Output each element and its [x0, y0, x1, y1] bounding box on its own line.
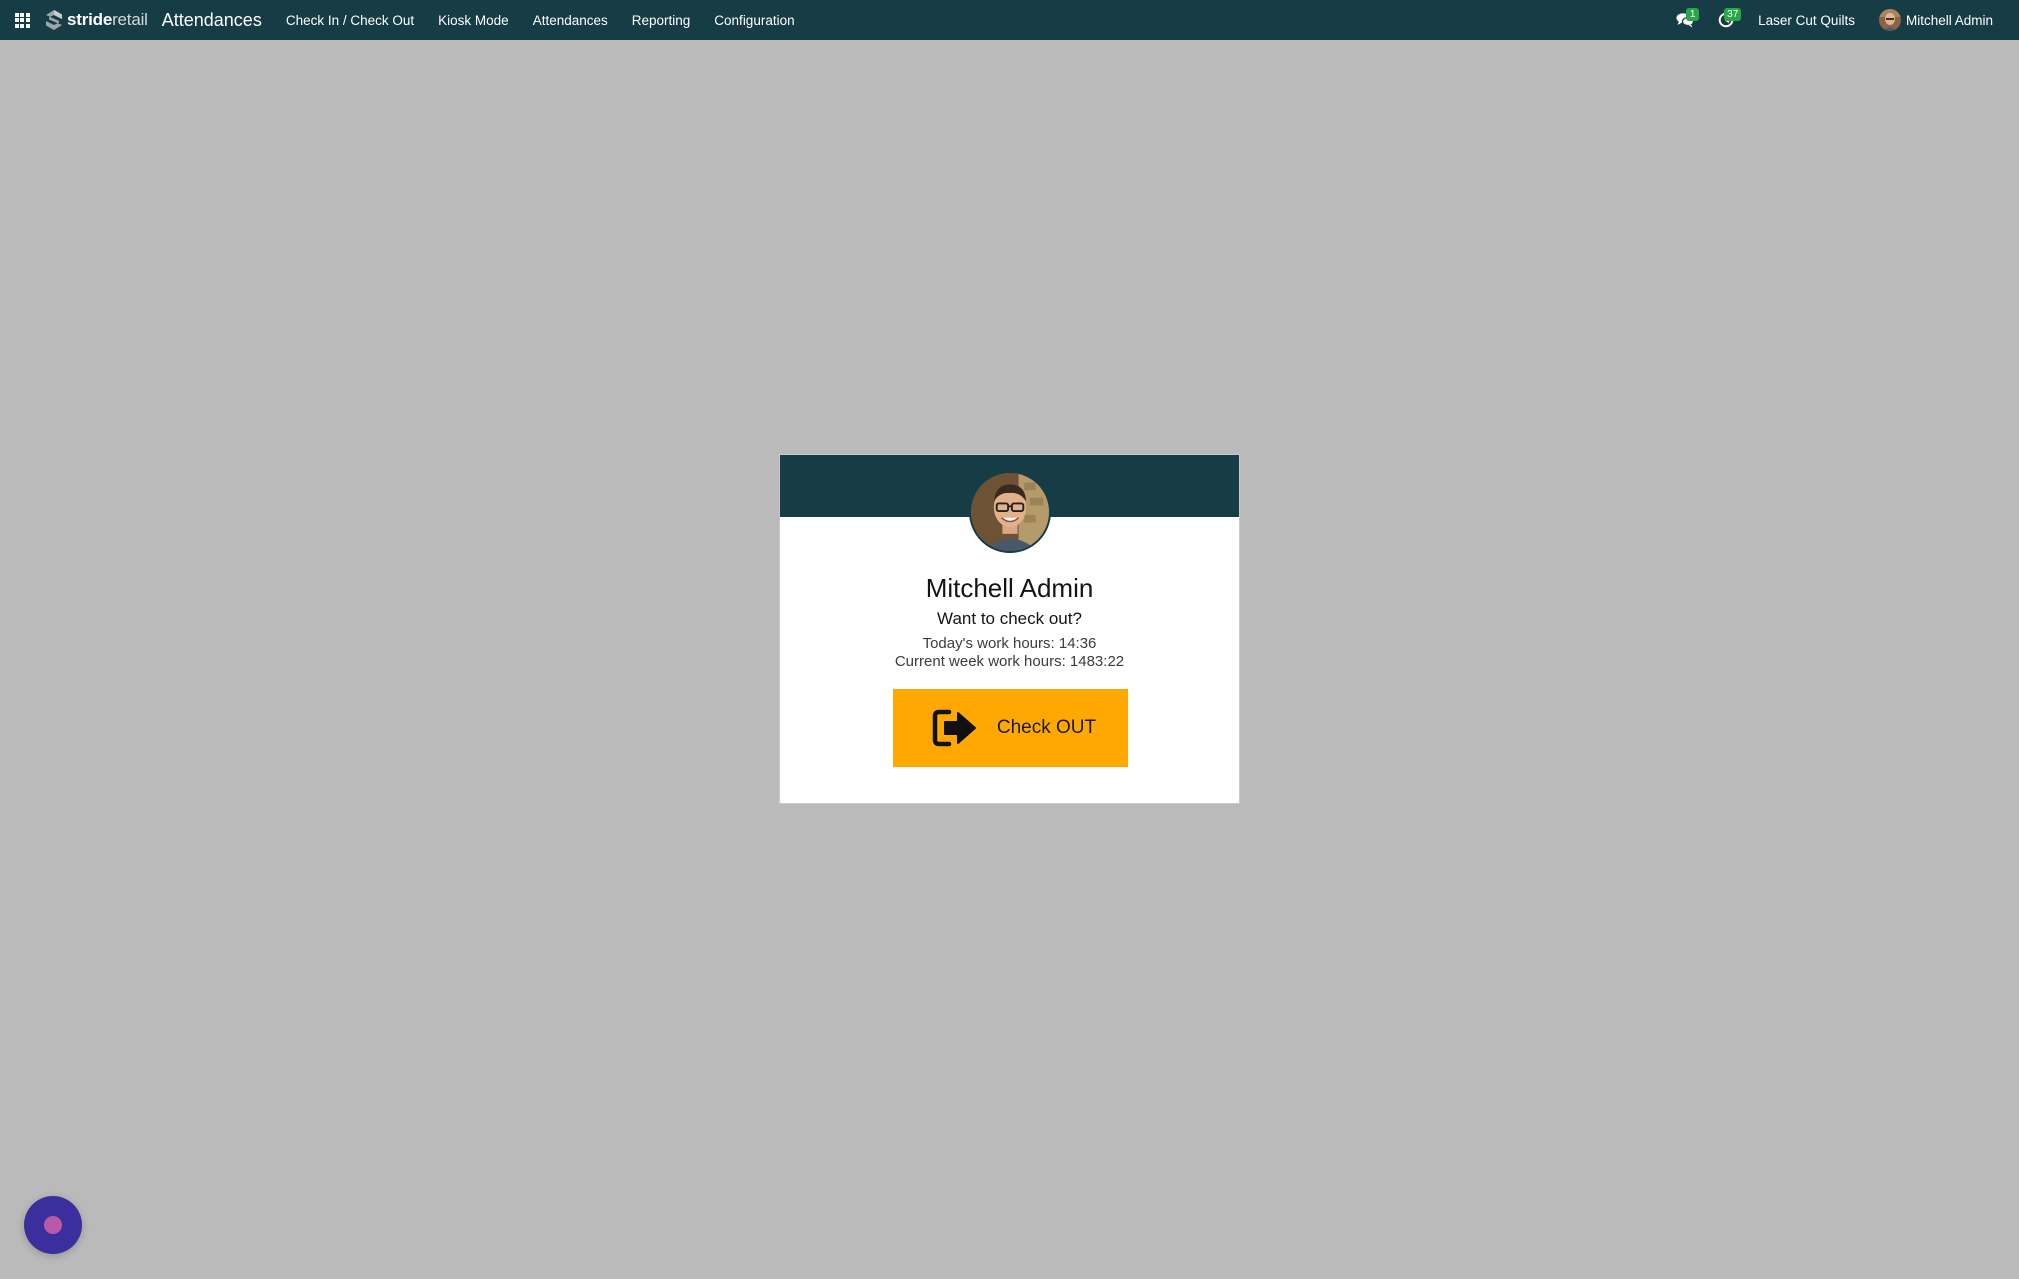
- today-work-hours: Today's work hours: 14:36: [922, 635, 1097, 652]
- activities-button[interactable]: 37: [1706, 0, 1746, 40]
- employee-avatar: [969, 471, 1051, 553]
- menu-item-check-in-check-out[interactable]: Check In / Check Out: [274, 0, 426, 40]
- user-name: Mitchell Admin: [1905, 12, 1993, 28]
- brand-mark-icon: [46, 10, 62, 30]
- user-avatar: [1878, 9, 1901, 31]
- systray: 1 37 Laser Cut Quilts Mitchell Admin: [1664, 0, 2019, 40]
- messages-count-badge: 1: [1686, 8, 1700, 21]
- livechat-bubble-button[interactable]: [24, 1196, 82, 1254]
- brand-text: strideretail: [67, 10, 148, 30]
- kiosk-greeting-card: Mitchell Admin Want to check out? Today'…: [779, 454, 1240, 804]
- livechat-dot-icon: [44, 1216, 62, 1234]
- menu-item-reporting[interactable]: Reporting: [620, 0, 703, 40]
- company-switcher[interactable]: Laser Cut Quilts: [1746, 0, 1867, 40]
- checkout-question: Want to check out?: [937, 609, 1082, 628]
- activities-count-badge: 37: [1724, 8, 1742, 21]
- brand-text-primary: stride: [67, 10, 113, 29]
- menu-item-kiosk-mode[interactable]: Kiosk Mode: [426, 0, 521, 40]
- apps-menu-button[interactable]: [0, 0, 44, 40]
- brand-logo[interactable]: strideretail: [44, 0, 162, 40]
- menu-item-attendances[interactable]: Attendances: [521, 0, 620, 40]
- check-out-button[interactable]: Check OUT: [893, 689, 1128, 767]
- brand-text-secondary: retail: [112, 10, 148, 29]
- sign-out-icon: [932, 709, 976, 747]
- top-navbar: strideretail Attendances Check In / Chec…: [0, 0, 2019, 40]
- check-out-label: Check OUT: [996, 717, 1097, 738]
- main-menu: Check In / Check Out Kiosk Mode Attendan…: [274, 0, 807, 40]
- messages-button[interactable]: 1: [1664, 0, 1706, 40]
- app-name[interactable]: Attendances: [162, 0, 262, 40]
- employee-name: Mitchell Admin: [925, 573, 1094, 603]
- menu-item-configuration[interactable]: Configuration: [702, 0, 806, 40]
- user-menu[interactable]: Mitchell Admin: [1867, 0, 2005, 40]
- week-work-hours: Current week work hours: 1483:22: [894, 653, 1125, 670]
- apps-grid-icon: [14, 12, 30, 28]
